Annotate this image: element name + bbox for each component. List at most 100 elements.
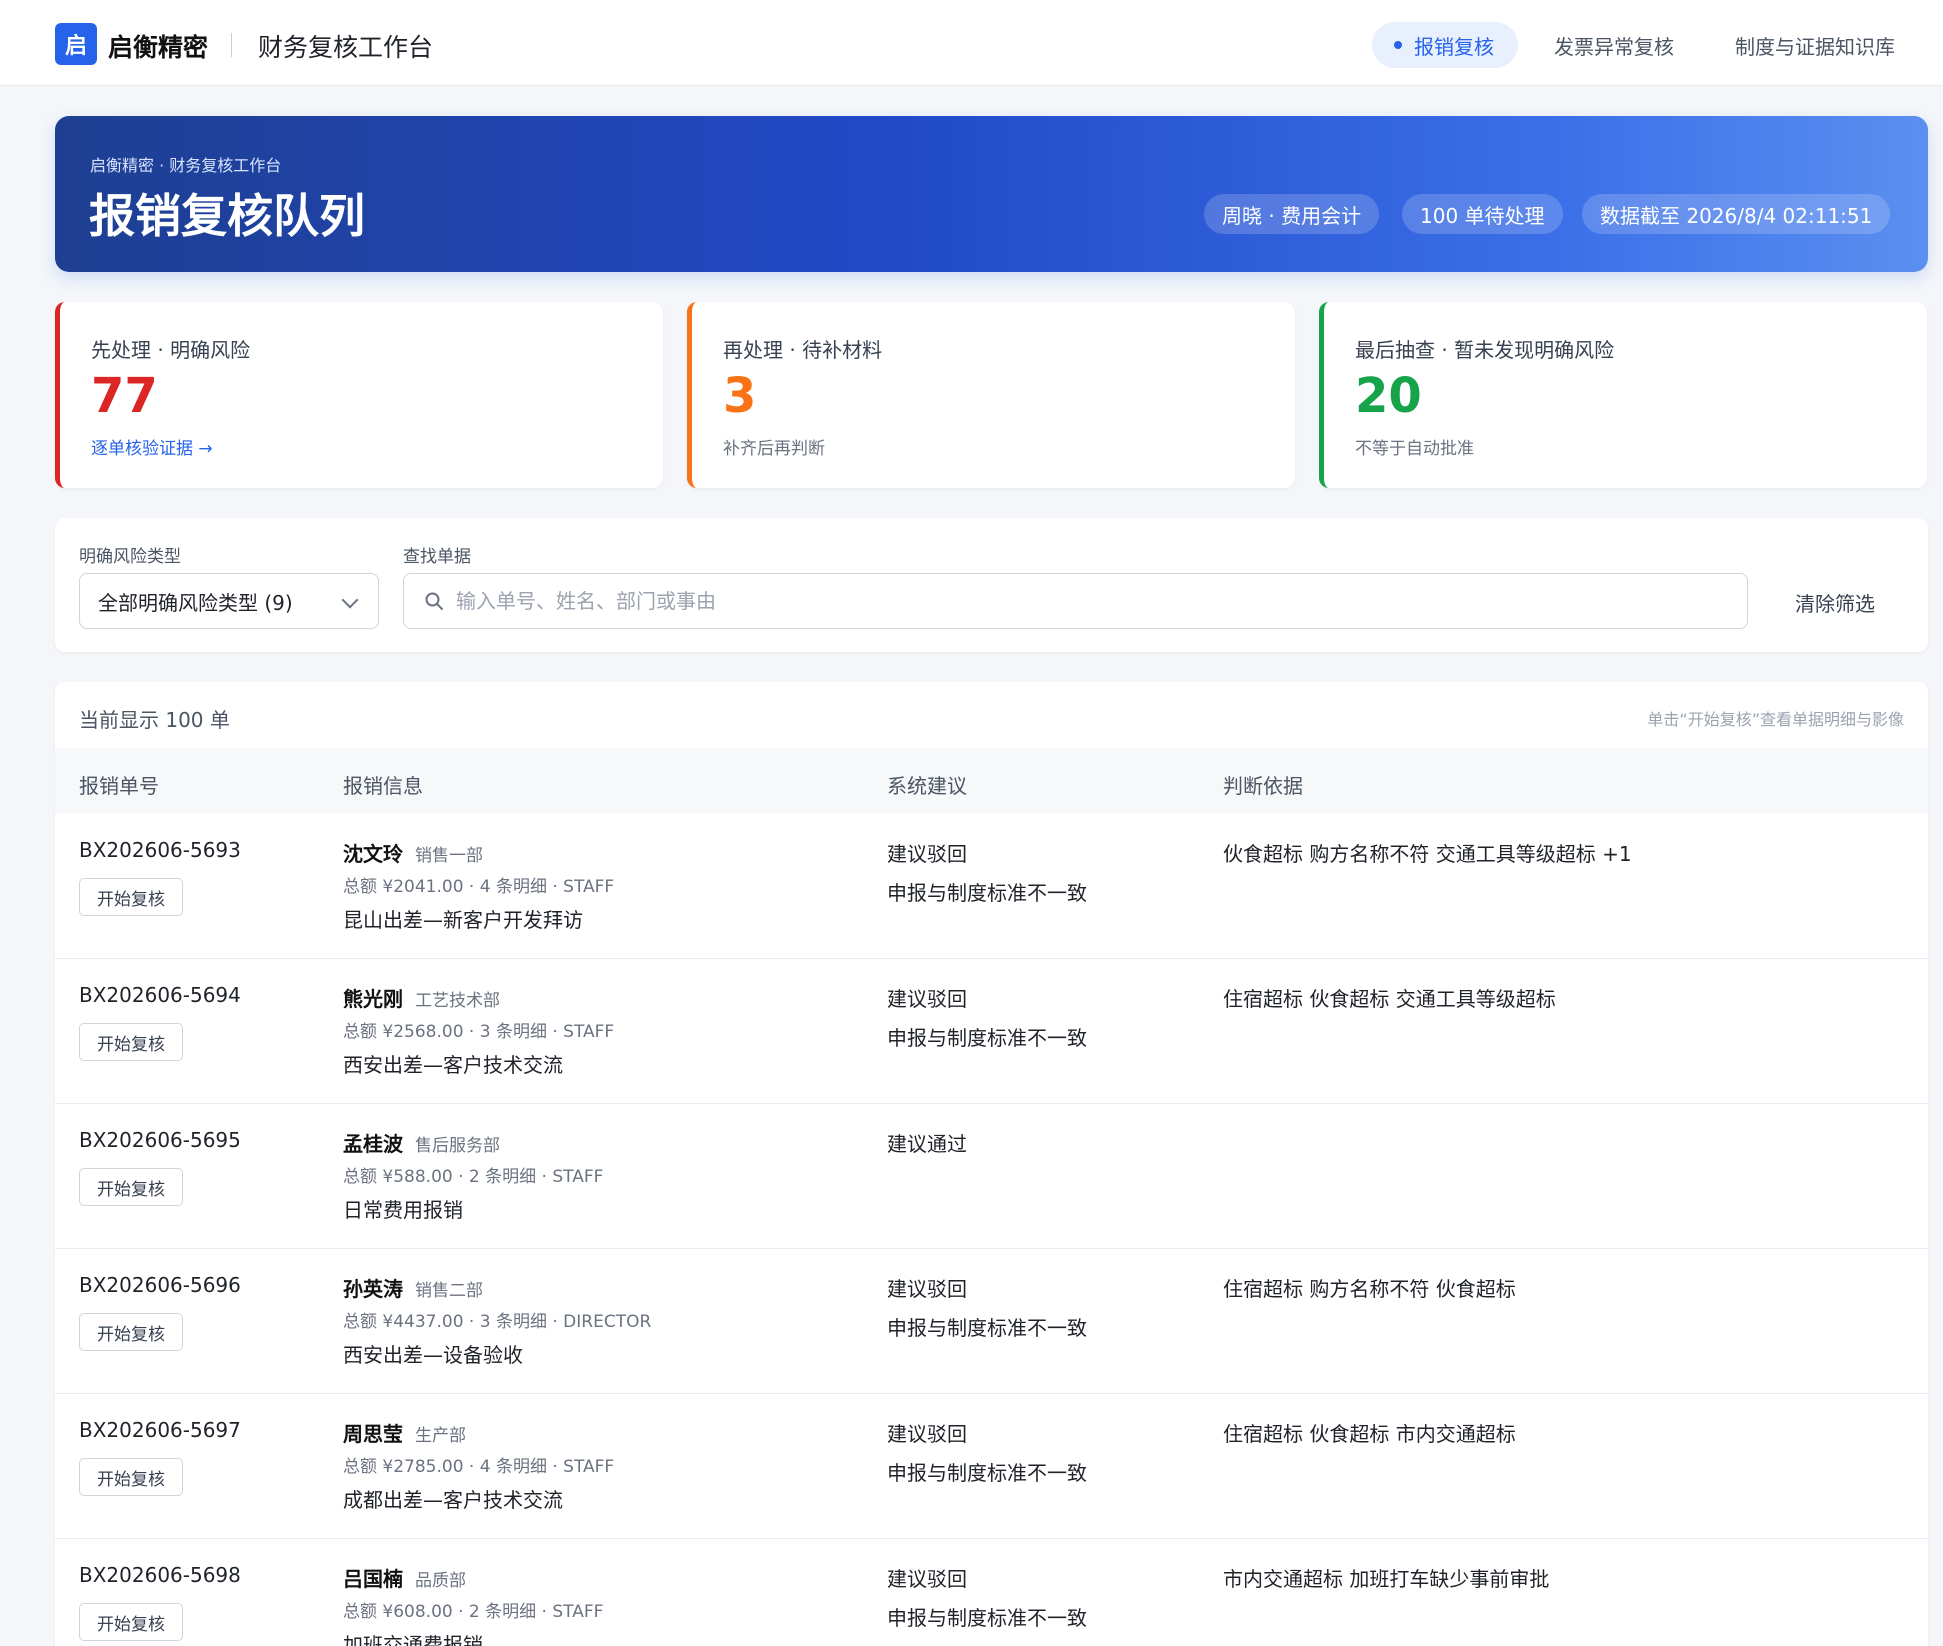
nav-tab-expense-review[interactable]: 报销复核	[1372, 22, 1518, 68]
risk-type-label: 明确风险类型	[79, 547, 181, 567]
system-suggestion: 建议驳回	[887, 1567, 967, 1591]
table-row: BX202606-5693 开始复核 沈文玲 销售一部 总额 ¥2041.00 ·…	[55, 814, 1928, 959]
table-row: BX202606-5695 开始复核 孟桂波 售后服务部 总额 ¥588.00 ·…	[55, 1104, 1928, 1249]
department: 工艺技术部	[415, 991, 500, 1011]
table-hint: 单击“开始复核”查看单据明细与影像	[1647, 710, 1904, 729]
employee-name: 周思莹 生产部	[343, 1422, 466, 1446]
start-review-button[interactable]: 开始复核	[79, 1023, 183, 1061]
expense-id: BX202606-5693	[79, 838, 241, 862]
top-navbar: 启 启衡精密 财务复核工作台 报销复核 发票异常复核 制度与证据知识库	[0, 0, 1943, 86]
column-header-suggestion: 系统建议	[887, 774, 967, 798]
brand-divider	[231, 33, 232, 57]
department: 售后服务部	[415, 1136, 500, 1156]
suggestion-detail: 申报与制度标准不一致	[887, 1026, 1087, 1050]
nav-tab-knowledge-base[interactable]: 制度与证据知识库	[1735, 22, 1895, 68]
expense-reason: 西安出差—设备验收	[343, 1343, 523, 1367]
risk-type-value: 全部明确风险类型 (9)	[98, 590, 293, 615]
app-subtitle: 财务复核工作台	[258, 33, 434, 62]
stat-card-spot-check: 最后抽查 · 暂未发现明确风险 20 不等于自动批准	[1319, 302, 1927, 488]
start-review-button[interactable]: 开始复核	[79, 1168, 183, 1206]
expense-meta: 总额 ¥2041.00 · 4 条明细 · STAFF	[343, 877, 615, 897]
nav-tab-label: 发票异常复核	[1554, 34, 1674, 59]
system-suggestion: 建议驳回	[887, 987, 967, 1011]
expense-table: 当前显示 100 单 单击“开始复核”查看单据明细与影像 报销单号 报销信息 系…	[55, 682, 1928, 1646]
department: 销售一部	[415, 846, 483, 866]
system-suggestion: 建议通过	[887, 1132, 967, 1156]
page-title: 报销复核队列	[89, 189, 365, 243]
stat-value: 3	[723, 368, 757, 424]
table-row: BX202606-5694 开始复核 熊光刚 工艺技术部 总额 ¥2568.00 …	[55, 959, 1928, 1104]
stat-note: 补齐后再判断	[723, 439, 825, 459]
stat-value: 77	[91, 368, 158, 424]
employee-name: 熊光刚 工艺技术部	[343, 987, 500, 1011]
expense-id: BX202606-5696	[79, 1273, 241, 1297]
start-review-button[interactable]: 开始复核	[79, 1458, 183, 1496]
expense-meta: 总额 ¥588.00 · 2 条明细 · STAFF	[343, 1167, 604, 1187]
start-review-button[interactable]: 开始复核	[79, 878, 183, 916]
start-review-button[interactable]: 开始复核	[79, 1313, 183, 1351]
system-suggestion: 建议驳回	[887, 842, 967, 866]
expense-id: BX202606-5698	[79, 1563, 241, 1587]
column-header-basis: 判断依据	[1223, 774, 1303, 798]
expense-id: BX202606-5695	[79, 1128, 241, 1152]
department: 生产部	[415, 1426, 466, 1446]
search-box	[403, 573, 1748, 629]
employee-name: 孙英涛 销售二部	[343, 1277, 483, 1301]
expense-reason: 日常费用报销	[343, 1198, 463, 1222]
active-dot-icon	[1394, 41, 1402, 49]
search-icon	[425, 592, 443, 610]
judgment-basis: 住宿超标 伙食超标 市内交通超标	[1223, 1422, 1516, 1446]
judgment-basis: 市内交通超标 加班打车缺少事前审批	[1223, 1567, 1550, 1591]
stat-value: 20	[1355, 368, 1422, 424]
suggestion-detail: 申报与制度标准不一致	[887, 1606, 1087, 1630]
brand-name: 启衡精密	[108, 33, 209, 62]
stat-label: 先处理 · 明确风险	[91, 338, 251, 362]
suggestion-detail: 申报与制度标准不一致	[887, 881, 1087, 905]
table-row: BX202606-5697 开始复核 周思莹 生产部 总额 ¥2785.00 · …	[55, 1394, 1928, 1539]
stat-label: 最后抽查 · 暂未发现明确风险	[1355, 338, 1615, 362]
judgment-basis: 住宿超标 伙食超标 交通工具等级超标	[1223, 987, 1556, 1011]
expense-reason: 成都出差—客户技术交流	[343, 1488, 563, 1512]
expense-id: BX202606-5694	[79, 983, 241, 1007]
department: 品质部	[415, 1571, 466, 1591]
risk-type-select[interactable]: 全部明确风险类型 (9)	[79, 573, 379, 629]
nav-tab-label: 报销复核	[1414, 34, 1494, 59]
column-header-info: 报销信息	[343, 774, 423, 798]
employee-name: 沈文玲 销售一部	[343, 842, 483, 866]
expense-meta: 总额 ¥4437.00 · 3 条明细 · DIRECTOR	[343, 1312, 652, 1332]
expense-reason: 昆山出差—新客户开发拜访	[343, 908, 583, 932]
expense-meta: 总额 ¥2785.00 · 4 条明细 · STAFF	[343, 1457, 615, 1477]
expense-meta: 总额 ¥2568.00 · 3 条明细 · STAFF	[343, 1022, 615, 1042]
breadcrumb: 启衡精密 · 财务复核工作台	[90, 156, 282, 175]
result-count: 当前显示 100 单	[79, 708, 230, 732]
start-review-button[interactable]: 开始复核	[79, 1603, 183, 1641]
stat-card-missing-materials: 再处理 · 待补材料 3 补齐后再判断	[687, 302, 1295, 488]
data-time-badge: 数据截至 2026/8/4 02:11:51	[1582, 194, 1891, 234]
logo-icon: 启	[55, 23, 97, 65]
employee-name: 吕国楠 品质部	[343, 1567, 466, 1591]
employee-name: 孟桂波 售后服务部	[343, 1132, 500, 1156]
verify-evidence-link[interactable]: 逐单核验证据 →	[91, 434, 213, 459]
expense-id: BX202606-5697	[79, 1418, 241, 1442]
expense-reason: 西安出差—客户技术交流	[343, 1053, 563, 1077]
suggestion-detail: 申报与制度标准不一致	[887, 1461, 1087, 1485]
filter-panel: 明确风险类型 全部明确风险类型 (9) 查找单据 清除筛选	[55, 518, 1928, 652]
stat-card-risk: 先处理 · 明确风险 77 逐单核验证据 →	[55, 302, 663, 488]
table-row: BX202606-5698 开始复核 吕国楠 品质部 总额 ¥608.00 · 2…	[55, 1539, 1928, 1646]
user-role-badge: 周晓 · 费用会计	[1204, 194, 1380, 234]
search-input[interactable]	[456, 574, 1736, 628]
clear-filter-button[interactable]: 清除筛选	[1795, 588, 1875, 617]
nav-tab-invoice-review[interactable]: 发票异常复核	[1554, 22, 1674, 68]
system-suggestion: 建议驳回	[887, 1422, 967, 1446]
search-label: 查找单据	[403, 547, 471, 567]
column-header-id: 报销单号	[79, 774, 159, 798]
judgment-basis: 伙食超标 购方名称不符 交通工具等级超标 +1	[1223, 842, 1632, 866]
department: 销售二部	[415, 1281, 483, 1301]
system-suggestion: 建议驳回	[887, 1277, 967, 1301]
chevron-down-icon	[341, 591, 359, 609]
table-header: 报销单号 报销信息 系统建议 判断依据	[55, 748, 1928, 814]
expense-meta: 总额 ¥608.00 · 2 条明细 · STAFF	[343, 1602, 604, 1622]
stat-note: 不等于自动批准	[1355, 439, 1474, 459]
suggestion-detail: 申报与制度标准不一致	[887, 1316, 1087, 1340]
table-row: BX202606-5696 开始复核 孙英涛 销售二部 总额 ¥4437.00 ·…	[55, 1249, 1928, 1394]
